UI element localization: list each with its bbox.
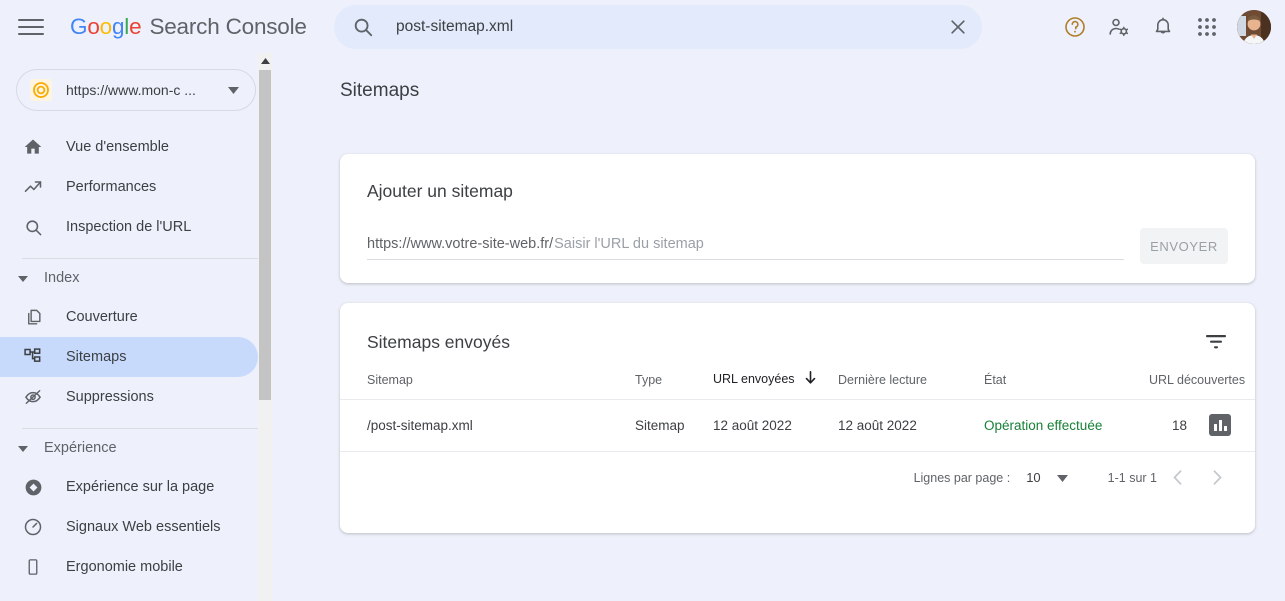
google-logo: Google	[70, 13, 142, 39]
caret-down-icon	[18, 439, 30, 457]
app-brand: Google Search Console	[70, 14, 307, 40]
property-target-icon	[30, 79, 52, 101]
close-icon[interactable]	[934, 5, 982, 49]
main-content: Sitemaps Ajouter un sitemap https://www.…	[272, 53, 1285, 601]
sitemap-url-field[interactable]: https://www.votre-site-web.fr/	[367, 236, 1124, 260]
pages-copy-icon	[22, 306, 44, 328]
sidebar-item-label: Ergonomie mobile	[66, 559, 183, 575]
cell-state: Opération effectuée	[984, 398, 1149, 451]
cell-sitemap[interactable]: /post-sitemap.xml	[340, 398, 635, 451]
sidebar-item-performances[interactable]: Performances	[0, 167, 258, 207]
previous-page-button[interactable]	[1157, 458, 1197, 498]
sidebar-item-label: Sitemaps	[66, 349, 127, 365]
rows-per-page-label: Lignes par page :	[913, 470, 1011, 485]
sidebar-nav: Vue d'ensemble Performances Inspection d…	[0, 127, 272, 587]
cell-urls-found: 18	[1149, 398, 1209, 451]
filter-icon[interactable]	[1201, 327, 1231, 357]
sidebar-item-ergonomie-mobile[interactable]: Ergonomie mobile	[0, 547, 258, 587]
hamburger-menu-icon[interactable]	[18, 17, 44, 37]
arrow-down-icon	[805, 370, 816, 387]
add-sitemap-card: Ajouter un sitemap https://www.votre-sit…	[340, 154, 1255, 283]
sidebar-group-experience[interactable]: Expérience	[0, 429, 272, 467]
pagination-range: 1-1 sur 1	[1107, 470, 1157, 485]
account-settings-icon[interactable]	[1097, 5, 1141, 49]
trending-up-icon	[22, 176, 44, 198]
sitemaps-table: Sitemap Type URL envoyées Dernière lectu…	[340, 357, 1255, 451]
column-header-type[interactable]: Type	[635, 357, 713, 399]
chevron-down-icon	[228, 81, 239, 99]
column-header-urls-found[interactable]: URL découvertes	[1149, 357, 1255, 399]
page-title: Sitemaps	[340, 80, 420, 101]
column-label: URL envoyées	[713, 371, 795, 386]
speedometer-icon	[22, 516, 44, 538]
sidebar-item-signaux-web[interactable]: Signaux Web essentiels	[0, 507, 258, 547]
rows-per-page-value: 10	[1026, 470, 1041, 485]
help-icon[interactable]	[1053, 5, 1097, 49]
sidebar-item-inspection-url[interactable]: Inspection de l'URL	[0, 207, 258, 247]
table-header-bar: Sitemaps envoyés	[340, 303, 1255, 357]
caret-down-icon	[1056, 470, 1068, 485]
sidebar-scrollbar[interactable]	[258, 53, 272, 601]
sidebar-item-suppressions[interactable]: Suppressions	[0, 377, 258, 417]
scroll-up-arrow-icon[interactable]	[258, 53, 272, 69]
sidebar-item-label: Inspection de l'URL	[66, 219, 192, 235]
table-row[interactable]: /post-sitemap.xml Sitemap 12 août 2022 1…	[340, 398, 1255, 451]
sidebar-item-label: Couverture	[66, 309, 138, 325]
sidebar-item-label: Suppressions	[66, 389, 154, 405]
page-experience-icon	[22, 476, 44, 498]
search-input[interactable]	[396, 18, 934, 36]
cell-chart-action[interactable]	[1209, 398, 1255, 451]
column-header-state[interactable]: État	[984, 357, 1149, 399]
column-header-sitemap[interactable]: Sitemap	[340, 357, 635, 399]
bar-chart-icon[interactable]	[1209, 414, 1231, 437]
search-icon	[22, 216, 44, 238]
search-icon	[352, 16, 374, 38]
cell-urls-sent: 12 août 2022	[713, 398, 838, 451]
submit-sitemap-button[interactable]: ENVOYER	[1140, 228, 1228, 264]
sidebar-item-couverture[interactable]: Couverture	[0, 297, 258, 337]
mobile-phone-icon	[22, 556, 44, 578]
column-header-urls-sent[interactable]: URL envoyées	[713, 357, 838, 399]
eye-off-icon	[22, 386, 44, 408]
property-label: https://www.mon-c ...	[66, 82, 196, 98]
sidebar-item-sitemaps[interactable]: Sitemaps	[0, 337, 258, 377]
sidebar-item-vue-densemble[interactable]: Vue d'ensemble	[0, 127, 258, 167]
column-header-last-read[interactable]: Dernière lecture	[838, 357, 984, 399]
caret-down-icon	[18, 269, 30, 287]
table-head: Sitemap Type URL envoyées Dernière lectu…	[340, 357, 1255, 399]
sidebar-item-experience-page[interactable]: Expérience sur la page	[0, 467, 258, 507]
submitted-sitemaps-card: Sitemaps envoyés Sitemap Type URL envoyé…	[340, 303, 1255, 533]
top-bar-actions	[1053, 0, 1277, 53]
next-page-button[interactable]	[1197, 458, 1237, 498]
sidebar-item-label: Signaux Web essentiels	[66, 519, 221, 535]
submitted-sitemaps-title: Sitemaps envoyés	[367, 331, 510, 352]
sidebar-item-label: Expérience sur la page	[66, 479, 215, 495]
notification-bell-icon[interactable]	[1141, 5, 1185, 49]
sidebar: https://www.mon-c ... Vue d'ensemble Per…	[0, 53, 272, 601]
cell-type: Sitemap	[635, 398, 713, 451]
property-selector[interactable]: https://www.mon-c ...	[16, 69, 256, 111]
sidebar-item-label: Vue d'ensemble	[66, 139, 169, 155]
sidebar-group-index[interactable]: Index	[0, 259, 272, 297]
sidebar-item-label: Performances	[66, 179, 157, 195]
rows-per-page-select[interactable]: 10	[1026, 470, 1068, 485]
scrollbar-thumb[interactable]	[259, 70, 271, 400]
user-avatar[interactable]	[1237, 9, 1271, 44]
sidebar-group-label: Index	[44, 270, 80, 286]
product-name: Search Console	[149, 13, 307, 39]
sitemap-url-input[interactable]	[554, 236, 1124, 252]
add-sitemap-row: https://www.votre-site-web.fr/ ENVOYER	[340, 202, 1255, 264]
table-header-row: Sitemap Type URL envoyées Dernière lectu…	[340, 357, 1255, 399]
apps-grid-icon[interactable]	[1185, 5, 1229, 49]
sitemap-tree-icon	[22, 346, 44, 368]
table-body: /post-sitemap.xml Sitemap 12 août 2022 1…	[340, 398, 1255, 451]
top-app-bar: Google Search Console	[0, 0, 1285, 53]
add-sitemap-title: Ajouter un sitemap	[367, 181, 513, 201]
sidebar-group-label: Expérience	[44, 440, 117, 456]
sitemap-url-prefix: https://www.votre-site-web.fr/	[367, 236, 554, 252]
table-pagination: Lignes par page : 10 1-1 sur 1	[340, 451, 1255, 503]
home-icon	[22, 136, 44, 158]
search-bar[interactable]	[334, 5, 982, 49]
cell-last-read: 12 août 2022	[838, 398, 984, 451]
